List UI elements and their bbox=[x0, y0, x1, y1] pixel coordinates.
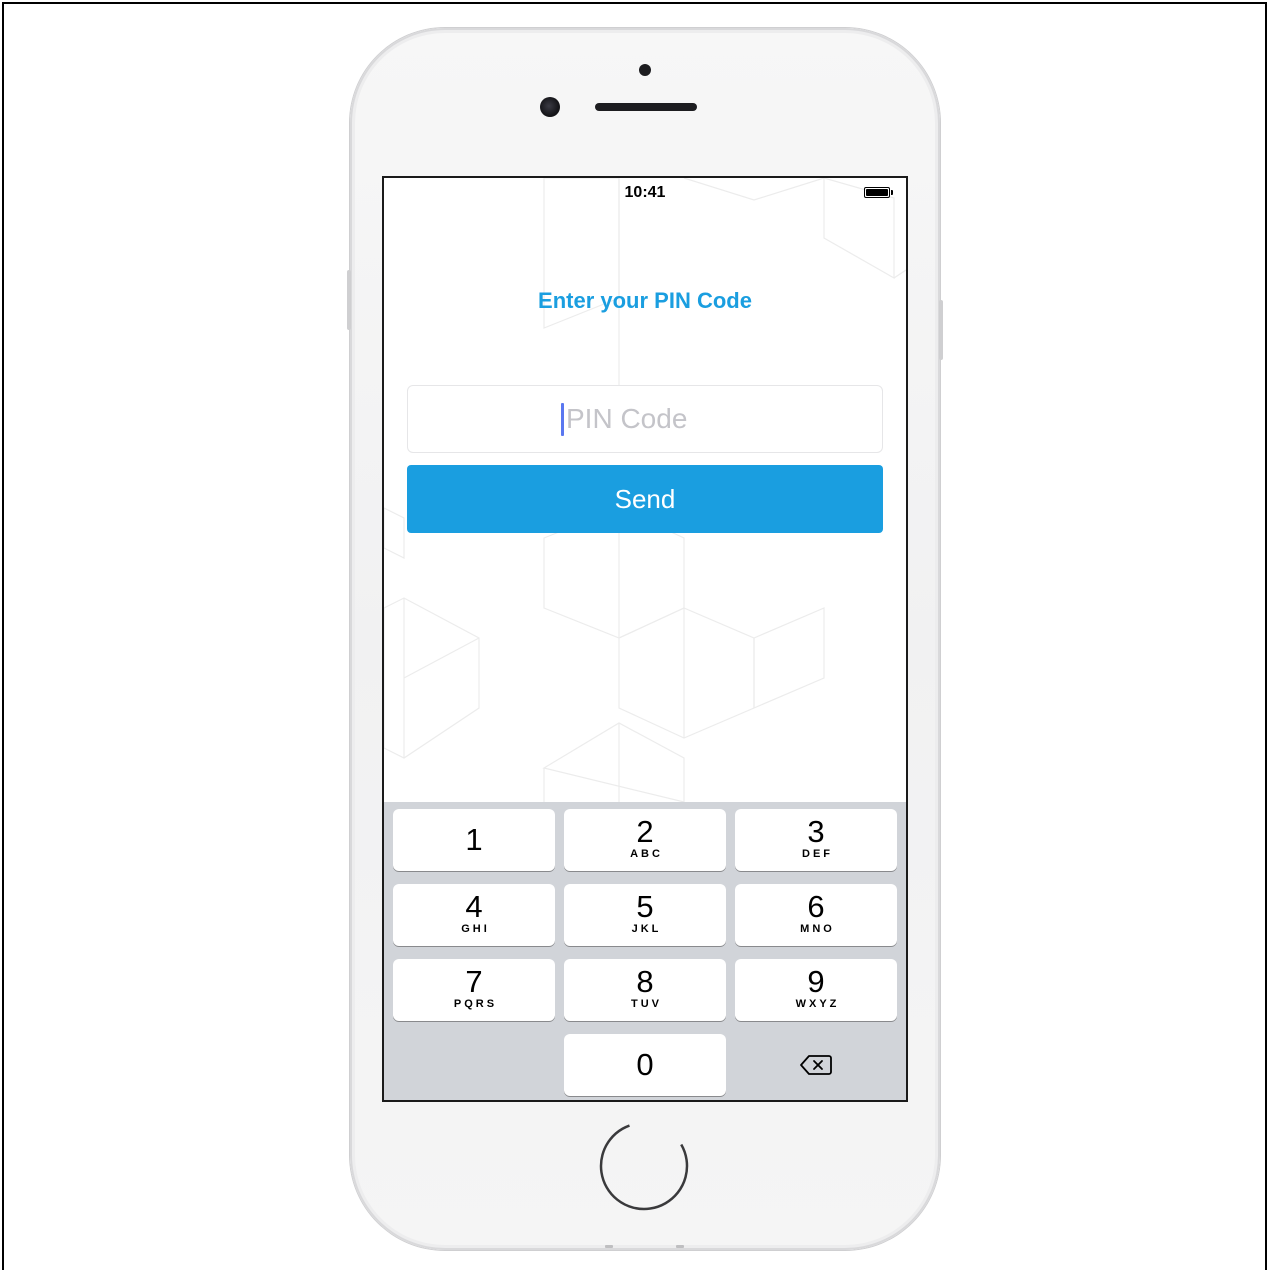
key-letters: TUV bbox=[631, 998, 662, 1010]
key-digit: 0 bbox=[636, 1047, 654, 1082]
pin-code-placeholder: PIN Code bbox=[566, 403, 688, 434]
send-button[interactable]: Send bbox=[407, 465, 883, 533]
battery-icon bbox=[864, 187, 890, 198]
key-digit: 1 bbox=[465, 822, 483, 857]
key-digit: 9 bbox=[807, 964, 825, 999]
key-digit: 7 bbox=[465, 964, 483, 999]
key-0[interactable]: 0 bbox=[564, 1034, 726, 1096]
status-time: 10:41 bbox=[624, 184, 666, 201]
key-digit: 2 bbox=[636, 814, 654, 849]
key-letters: JKL bbox=[631, 923, 662, 935]
home-button[interactable] bbox=[598, 1120, 690, 1212]
volume-button bbox=[347, 270, 351, 330]
key-2[interactable]: 2 ABC bbox=[564, 809, 726, 871]
battery-tip bbox=[891, 190, 893, 195]
key-digit: 5 bbox=[636, 889, 654, 924]
key-digit: 3 bbox=[807, 814, 825, 849]
key-letters: GHI bbox=[461, 923, 490, 935]
numeric-keypad: 1 2 ABC 3 DEF 4 GHI 5 JKL 6 MNO 7 PQRS 8… bbox=[384, 802, 906, 1100]
key-letters: ABC bbox=[630, 848, 663, 860]
front-camera bbox=[540, 97, 560, 117]
phone-bottom-detail bbox=[676, 1245, 684, 1248]
key-digit: 6 bbox=[807, 889, 825, 924]
proximity-sensor bbox=[639, 64, 651, 76]
backspace-icon bbox=[800, 1055, 832, 1075]
pin-code-input[interactable]: PIN Code bbox=[407, 385, 883, 453]
phone-bottom-detail bbox=[605, 1245, 613, 1248]
power-button bbox=[939, 300, 943, 360]
key-digit: 4 bbox=[465, 889, 483, 924]
key-letters: WXYZ bbox=[795, 998, 840, 1010]
key-8[interactable]: 8 TUV bbox=[564, 959, 726, 1021]
key-letters: PQRS bbox=[453, 998, 498, 1010]
key-4[interactable]: 4 GHI bbox=[393, 884, 555, 946]
key-6[interactable]: 6 MNO bbox=[735, 884, 897, 946]
key-5[interactable]: 5 JKL bbox=[564, 884, 726, 946]
key-3[interactable]: 3 DEF bbox=[735, 809, 897, 871]
key-letters: DEF bbox=[802, 848, 833, 860]
key-9[interactable]: 9 WXYZ bbox=[735, 959, 897, 1021]
delete-key[interactable] bbox=[735, 1034, 897, 1096]
key-1[interactable]: 1 bbox=[393, 809, 555, 871]
phone-screen: 10:41 Enter your PIN Code PIN Code Send … bbox=[382, 176, 908, 1102]
text-cursor bbox=[561, 403, 564, 436]
key-letters: MNO bbox=[800, 923, 835, 935]
page-title: Enter your PIN Code bbox=[538, 288, 752, 313]
key-digit: 8 bbox=[636, 964, 654, 999]
earpiece-speaker bbox=[595, 103, 697, 111]
key-7[interactable]: 7 PQRS bbox=[393, 959, 555, 1021]
